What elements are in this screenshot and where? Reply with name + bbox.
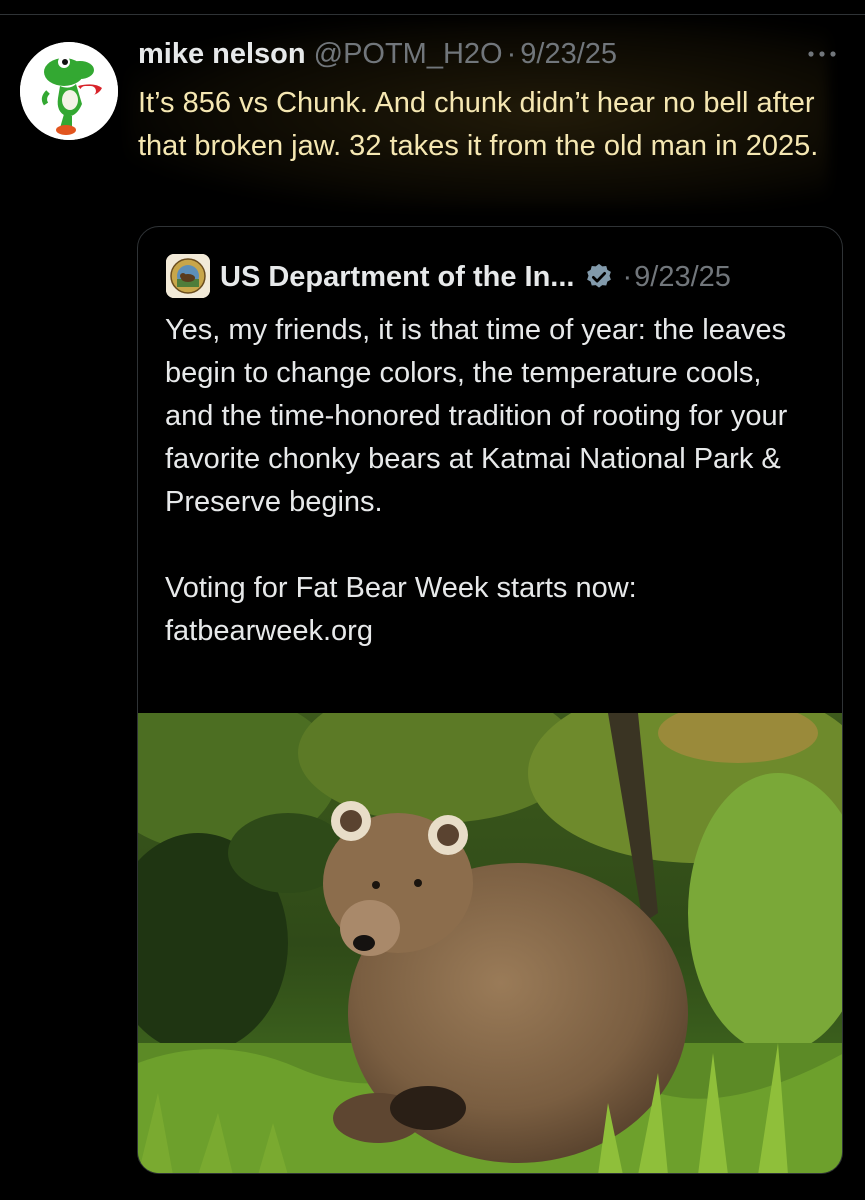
post-text: It’s 856 vs Chunk. And chunk didn’t hear… xyxy=(138,87,819,162)
quoted-separator-dot: · xyxy=(622,260,633,293)
quoted-post-card[interactable]: US Department of the In... · 9/23/25 Yes… xyxy=(137,226,843,1174)
author-name[interactable]: mike nelson xyxy=(138,38,306,71)
yoshi-avatar-icon xyxy=(20,42,118,140)
quoted-author-avatar[interactable] xyxy=(166,254,210,298)
verified-badge-icon xyxy=(587,263,612,288)
post-date[interactable]: 9/23/25 xyxy=(520,38,617,71)
department-seal-icon xyxy=(166,254,210,298)
top-divider xyxy=(0,14,865,15)
author-handle[interactable]: @POTM_H2O xyxy=(314,38,503,71)
more-options-icon[interactable] xyxy=(804,44,840,64)
separator-dot: · xyxy=(506,38,517,70)
bear-image xyxy=(138,713,842,1173)
quoted-paragraph-2: Voting for Fat Bear Week starts now: xyxy=(165,572,637,604)
quoted-post-text: Yes, my friends, it is that time of year… xyxy=(165,309,815,653)
post-header: mike nelson @POTM_H2O · 9/23/25 xyxy=(138,38,617,78)
quoted-post-date[interactable]: 9/23/25 xyxy=(634,261,731,294)
quoted-post-header: US Department of the In... · 9/23/25 xyxy=(220,255,820,299)
author-avatar[interactable] xyxy=(20,42,118,140)
quoted-author-name[interactable]: US Department of the In... xyxy=(220,261,574,294)
bear-photo[interactable] xyxy=(138,713,842,1173)
action-bar-peek xyxy=(140,1190,840,1200)
quoted-paragraph-1: Yes, my friends, it is that time of year… xyxy=(165,314,788,518)
fatbearweek-link[interactable]: fatbearweek.org xyxy=(165,610,815,653)
